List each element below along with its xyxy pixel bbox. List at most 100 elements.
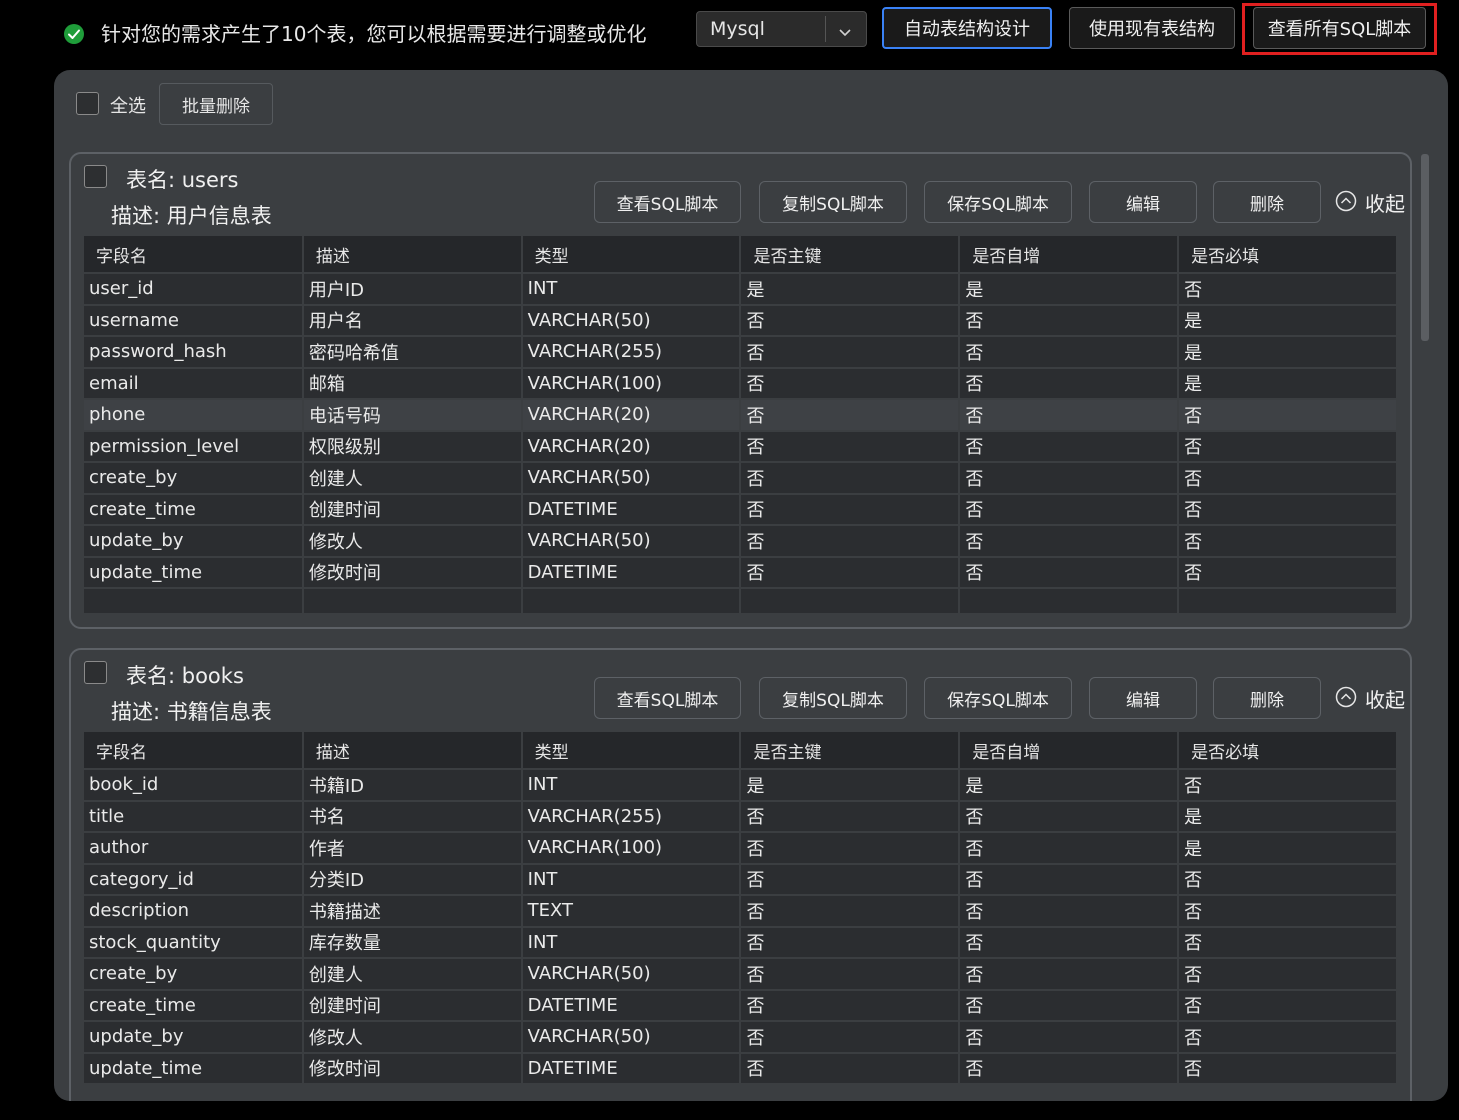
table-cell: 否 [740, 1052, 961, 1085]
collapse-label: 收起 [1365, 688, 1405, 712]
table-cell: VARCHAR(50) [521, 958, 742, 991]
table-row[interactable]: create_by 创建人 VARCHAR(50) 否否否 [84, 462, 1398, 495]
table-row[interactable]: category_id 分类ID INT 否否否 [84, 863, 1398, 896]
view-sql-button[interactable]: 查看SQL脚本 [594, 181, 741, 223]
use-existing-structure-button[interactable]: 使用现有表结构 [1069, 7, 1235, 49]
table-cell: 否 [740, 430, 961, 463]
table-row[interactable]: user_id 用户ID INT 是是否 [84, 273, 1398, 306]
collapse-up-icon [1335, 686, 1357, 708]
edit-button[interactable]: 编辑 [1089, 181, 1197, 223]
table-cell-empty [740, 588, 961, 615]
table-cell: 否 [1178, 525, 1398, 558]
table-cell: 否 [1178, 958, 1398, 991]
database-type-value: Mysql [710, 18, 765, 40]
table-cell: 否 [740, 367, 961, 400]
table-row[interactable]: permission_level 权限级别 VARCHAR(20) 否否否 [84, 430, 1398, 463]
column-header: 是否自增 [959, 236, 1180, 274]
table-row[interactable]: title 书名 VARCHAR(255) 否否是 [84, 800, 1398, 833]
table-cell: 否 [1178, 462, 1398, 495]
edit-button[interactable]: 编辑 [1089, 677, 1197, 719]
table-cell: 否 [959, 958, 1180, 991]
table-cell: 库存数量 [302, 926, 523, 959]
column-header: 是否主键 [740, 732, 961, 770]
table-cell: 否 [740, 304, 961, 337]
table-row[interactable]: create_by 创建人 VARCHAR(50) 否否否 [84, 958, 1398, 991]
table-cell: 否 [740, 336, 961, 369]
table-row[interactable]: update_by 修改人 VARCHAR(50) 否否否 [84, 525, 1398, 558]
table-row[interactable]: email 邮箱 VARCHAR(100) 否否是 [84, 367, 1398, 400]
table-row[interactable]: create_time 创建时间 DATETIME 否否否 [84, 989, 1398, 1022]
collapse-label: 收起 [1365, 192, 1405, 216]
table-cell: 是 [1178, 367, 1398, 400]
table-cell: 权限级别 [302, 430, 523, 463]
column-header: 是否必填 [1178, 732, 1398, 770]
table-cell: VARCHAR(100) [521, 367, 742, 400]
table-cell: author [84, 832, 304, 865]
delete-button[interactable]: 删除 [1213, 677, 1321, 719]
collapse-toggle[interactable]: 收起 [1335, 686, 1405, 712]
table-cell: 是 [959, 769, 1180, 802]
table-checkbox[interactable] [84, 165, 107, 188]
table-empty-row [84, 588, 1398, 615]
chevron-down-icon [838, 23, 852, 42]
table-row[interactable]: stock_quantity 库存数量 INT 否否否 [84, 926, 1398, 959]
table-name: 表名: books [126, 664, 244, 688]
table-cell: 否 [740, 525, 961, 558]
table-cell: 否 [1178, 895, 1398, 928]
fields-table: 字段名 描述 类型 是否主键 是否自增 是否必填 user_id 用户ID INT 是是否 use… [84, 236, 1398, 615]
view-all-sql-button[interactable]: 查看所有SQL脚本 [1253, 7, 1426, 49]
table-row[interactable]: update_by 修改人 VARCHAR(50) 否否否 [84, 1021, 1398, 1054]
select-all-label: 全选 [110, 96, 146, 117]
vertical-scrollbar[interactable] [1421, 154, 1429, 341]
column-header: 是否自增 [959, 732, 1180, 770]
table-cell: VARCHAR(20) [521, 430, 742, 463]
table-cell: phone [84, 399, 304, 432]
table-cell: 邮箱 [302, 367, 523, 400]
table-cell: stock_quantity [84, 926, 304, 959]
table-row[interactable]: description 书籍描述 TEXT 否否否 [84, 895, 1398, 928]
table-cell: 用户名 [302, 304, 523, 337]
table-cell: TEXT [521, 895, 742, 928]
table-cell: 否 [1178, 430, 1398, 463]
collapse-toggle[interactable]: 收起 [1335, 190, 1405, 216]
copy-sql-button[interactable]: 复制SQL脚本 [759, 181, 907, 223]
table-row[interactable]: update_time 修改时间 DATETIME 否否否 [84, 556, 1398, 589]
table-cell: update_by [84, 525, 304, 558]
table-cell: 修改时间 [302, 1052, 523, 1085]
table-row[interactable]: password_hash 密码哈希值 VARCHAR(255) 否否是 [84, 336, 1398, 369]
table-cell: 否 [959, 367, 1180, 400]
table-cell: create_time [84, 493, 304, 526]
column-header: 是否主键 [740, 236, 961, 274]
table-cell: 否 [740, 556, 961, 589]
table-cell: 创建时间 [302, 493, 523, 526]
table-cell: 否 [959, 832, 1180, 865]
table-row[interactable]: author 作者 VARCHAR(100) 否否是 [84, 832, 1398, 865]
copy-sql-button[interactable]: 复制SQL脚本 [759, 677, 907, 719]
column-header: 描述 [302, 236, 523, 274]
table-row[interactable]: username 用户名 VARCHAR(50) 否否是 [84, 304, 1398, 337]
table-row[interactable]: update_time 修改时间 DATETIME 否否否 [84, 1052, 1398, 1085]
table-cell: VARCHAR(20) [521, 399, 742, 432]
delete-button[interactable]: 删除 [1213, 181, 1321, 223]
select-divider [825, 16, 826, 42]
table-cell: 否 [959, 989, 1180, 1022]
table-row[interactable]: phone 电话号码 VARCHAR(20) 否否否 [84, 399, 1398, 432]
select-all-checkbox[interactable] [76, 92, 99, 115]
table-row[interactable]: book_id 书籍ID INT 是是否 [84, 769, 1398, 802]
auto-design-button[interactable]: 自动表结构设计 [882, 7, 1052, 49]
view-sql-button[interactable]: 查看SQL脚本 [594, 677, 741, 719]
table-cell: update_time [84, 556, 304, 589]
table-cell: 否 [959, 525, 1180, 558]
save-sql-button[interactable]: 保存SQL脚本 [924, 181, 1072, 223]
table-cell: 否 [959, 493, 1180, 526]
table-cell: VARCHAR(50) [521, 525, 742, 558]
bulk-delete-button[interactable]: 批量删除 [159, 83, 273, 125]
table-row[interactable]: create_time 创建时间 DATETIME 否否否 [84, 493, 1398, 526]
table-cell: 是 [1178, 800, 1398, 833]
table-checkbox[interactable] [84, 661, 107, 684]
table-cell: 创建时间 [302, 989, 523, 1022]
database-type-select[interactable]: Mysql [696, 11, 867, 47]
table-cell: 是 [740, 273, 961, 306]
save-sql-button[interactable]: 保存SQL脚本 [924, 677, 1072, 719]
table-cell: 否 [740, 958, 961, 991]
